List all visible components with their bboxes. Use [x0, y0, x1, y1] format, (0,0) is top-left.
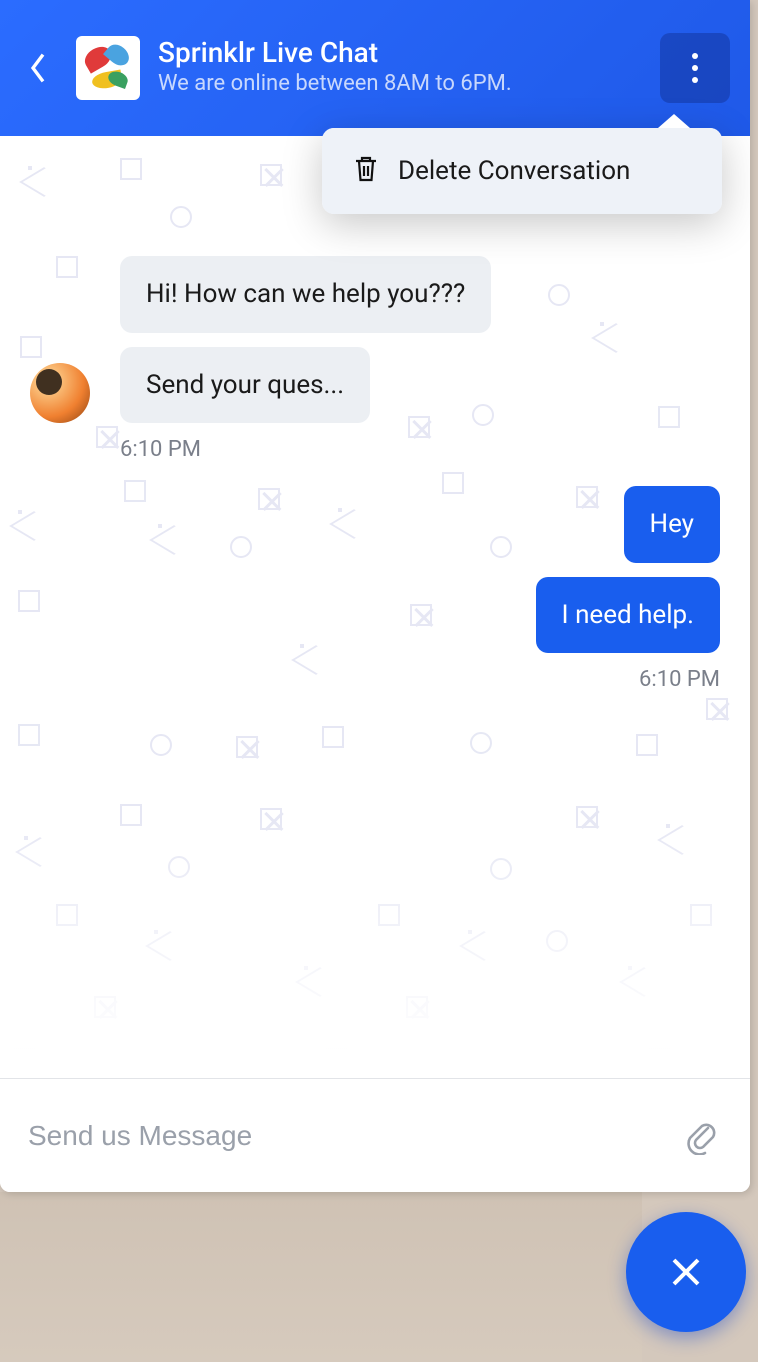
delete-conversation-item[interactable]: Delete Conversation	[322, 128, 722, 214]
page-background	[0, 1192, 642, 1362]
message-row-outgoing: Hey	[30, 486, 720, 563]
message-input[interactable]	[28, 1120, 678, 1152]
close-chat-fab[interactable]	[626, 1212, 746, 1332]
chat-title: Sprinklr Live Chat	[158, 36, 660, 70]
messages-area[interactable]: Hi! How can we help you??? Send your que…	[0, 136, 750, 1078]
message-row-incoming: Hi! How can we help you???	[30, 256, 720, 333]
agent-avatar	[30, 363, 90, 423]
message-timestamp: 6:10 PM	[30, 667, 720, 692]
message-bubble: Hey	[624, 486, 720, 563]
attach-button[interactable]	[678, 1114, 722, 1158]
message-input-bar	[0, 1078, 750, 1192]
message-bubble: Hi! How can we help you???	[120, 256, 491, 333]
chat-widget: Sprinklr Live Chat We are online between…	[0, 0, 750, 1192]
options-menu-button[interactable]	[660, 33, 730, 103]
message-row-outgoing: I need help.	[30, 577, 720, 654]
message-timestamp: 6:10 PM	[120, 437, 720, 462]
paperclip-icon	[683, 1117, 717, 1155]
trash-icon	[352, 154, 380, 188]
chat-header: Sprinklr Live Chat We are online between…	[0, 0, 750, 136]
options-dropdown: Delete Conversation	[322, 128, 722, 214]
back-button[interactable]	[20, 50, 56, 86]
chevron-left-icon	[28, 51, 48, 85]
message-row-incoming: Send your ques...	[30, 347, 720, 424]
header-text: Sprinklr Live Chat We are online between…	[158, 36, 660, 100]
close-icon	[666, 1252, 706, 1292]
message-bubble: Send your ques...	[120, 347, 370, 424]
message-bubble: I need help.	[536, 577, 720, 654]
kebab-icon	[692, 53, 698, 83]
chat-subtitle: We are online between 8AM to 6PM.	[158, 69, 660, 100]
brand-logo	[76, 36, 140, 100]
delete-conversation-label: Delete Conversation	[398, 156, 630, 186]
